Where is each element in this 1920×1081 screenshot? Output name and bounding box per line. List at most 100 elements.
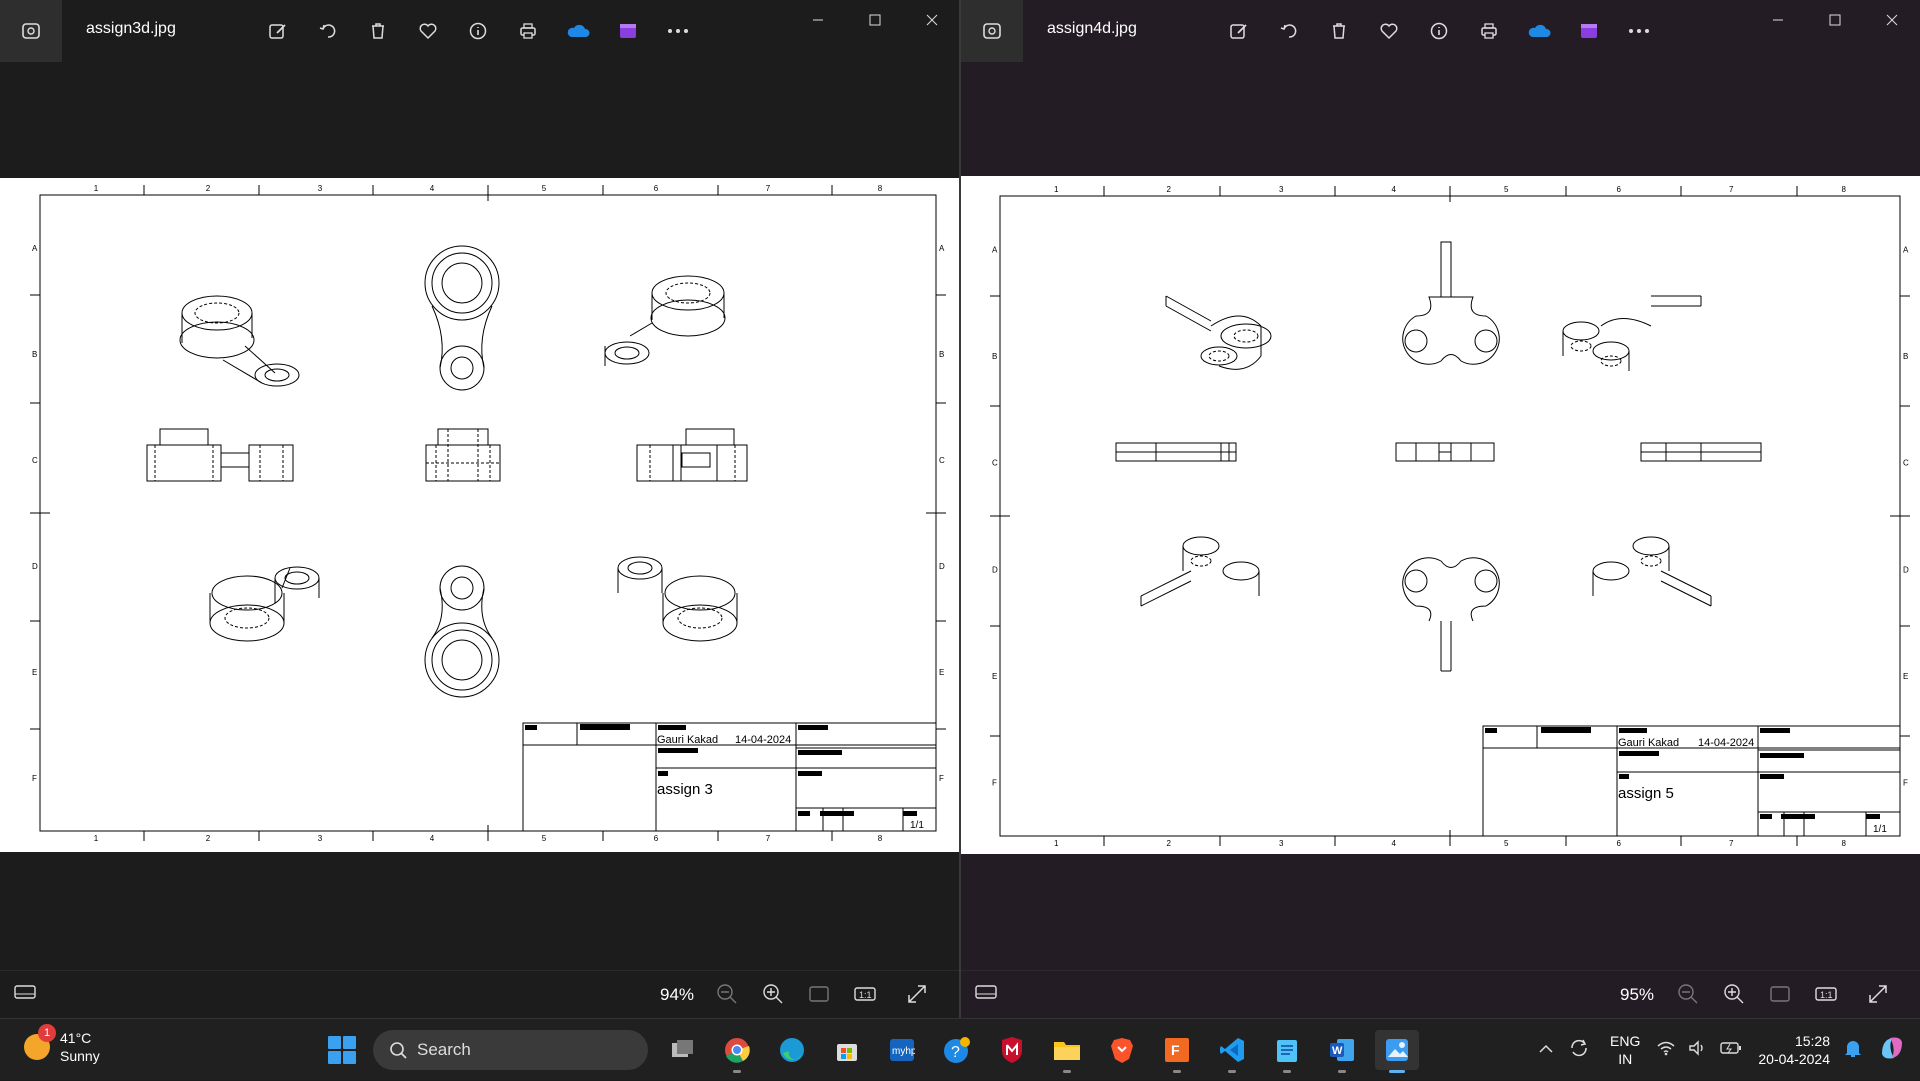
start-button[interactable] bbox=[328, 1036, 356, 1064]
myhp-icon[interactable]: myhp bbox=[880, 1030, 924, 1070]
taskbar-apps: myhp ? F W bbox=[660, 1030, 1419, 1073]
battery-icon[interactable] bbox=[1720, 1041, 1742, 1060]
svg-text:1:1: 1:1 bbox=[1820, 990, 1833, 1000]
drawing-title: assign 5 bbox=[1618, 785, 1674, 802]
task-view-icon[interactable] bbox=[660, 1030, 704, 1070]
maximize-icon[interactable] bbox=[1806, 0, 1863, 40]
search-box[interactable]: Search bbox=[373, 1030, 648, 1070]
more-icon[interactable] bbox=[665, 18, 691, 44]
actual-size-icon[interactable]: 1:1 bbox=[854, 983, 876, 1010]
zone-row-label: F bbox=[1903, 779, 1908, 788]
zone-row-label: A bbox=[1903, 245, 1909, 254]
notification-badge: 1 bbox=[38, 1024, 56, 1042]
store-icon[interactable] bbox=[825, 1030, 869, 1070]
print-icon[interactable] bbox=[515, 18, 541, 44]
word-icon[interactable]: W bbox=[1320, 1030, 1364, 1073]
delete-icon[interactable] bbox=[1326, 18, 1352, 44]
zone-column-label: 1 bbox=[94, 834, 99, 843]
close-icon[interactable] bbox=[903, 0, 960, 40]
zone-row-label: D bbox=[1903, 565, 1909, 574]
fusion-icon[interactable]: F bbox=[1155, 1030, 1199, 1073]
drawing-sheet: Gauri Kakad 14-04-2024 assign 3 1/1 1 1 2 2… bbox=[30, 184, 946, 843]
zone-row-label: B bbox=[992, 352, 997, 361]
info-icon[interactable] bbox=[465, 18, 491, 44]
toolbar bbox=[265, 18, 691, 44]
rotate-icon[interactable] bbox=[1276, 18, 1302, 44]
filmstrip-icon[interactable] bbox=[975, 983, 997, 1006]
file-name: assign3d.jpg bbox=[86, 20, 176, 37]
photos-app-icon[interactable] bbox=[0, 0, 62, 62]
zone-row-label: F bbox=[32, 774, 37, 783]
chrome-icon[interactable] bbox=[715, 1030, 759, 1073]
zone-column-label: 2 bbox=[206, 184, 211, 193]
clipchamp-icon[interactable] bbox=[1576, 18, 1602, 44]
info-icon[interactable] bbox=[1426, 18, 1452, 44]
edit-icon[interactable] bbox=[1226, 18, 1252, 44]
help-icon[interactable]: ? bbox=[935, 1030, 979, 1070]
zone-row-label: B bbox=[32, 350, 37, 359]
onedrive-icon[interactable] bbox=[1526, 18, 1552, 44]
svg-text:1:1: 1:1 bbox=[859, 990, 872, 1000]
zone-row-label: F bbox=[939, 774, 944, 783]
fullscreen-icon[interactable] bbox=[1867, 983, 1889, 1010]
zone-row-label: C bbox=[939, 456, 945, 465]
copilot-icon[interactable] bbox=[1878, 1034, 1906, 1067]
maximize-icon[interactable] bbox=[846, 0, 903, 40]
rotate-icon[interactable] bbox=[315, 18, 341, 44]
zoom-in-icon[interactable] bbox=[762, 983, 784, 1010]
zone-row-label: D bbox=[32, 562, 38, 571]
zone-column-label: 2 bbox=[1167, 839, 1172, 848]
photos-app-icon[interactable] bbox=[961, 0, 1023, 62]
zone-row-label: D bbox=[939, 562, 945, 571]
fit-to-window-icon[interactable] bbox=[1769, 983, 1791, 1010]
image-canvas[interactable]: Gauri Kakad 14-04-2024 assign 5 1/1 1 1 2 2… bbox=[961, 176, 1920, 854]
mcafee-icon[interactable] bbox=[990, 1030, 1034, 1070]
zone-row-label: A bbox=[32, 244, 38, 253]
clock-date: 20-04-2024 bbox=[1758, 1051, 1830, 1067]
clock[interactable]: 15:28 20-04-2024 bbox=[1758, 1032, 1830, 1068]
zone-row-label: C bbox=[992, 459, 998, 468]
language-indicator[interactable]: ENG IN bbox=[1610, 1032, 1640, 1068]
zone-column-label: 3 bbox=[318, 184, 323, 193]
clipchamp-icon[interactable] bbox=[615, 18, 641, 44]
weather-widget[interactable]: 1 41°C Sunny bbox=[24, 1024, 100, 1065]
vscode-icon[interactable] bbox=[1210, 1030, 1254, 1073]
fullscreen-icon[interactable] bbox=[906, 983, 928, 1010]
print-icon[interactable] bbox=[1476, 18, 1502, 44]
image-canvas[interactable]: Gauri Kakad 14-04-2024 assign 3 1/1 1 1 2 2… bbox=[0, 178, 960, 852]
sync-icon[interactable] bbox=[1568, 1037, 1590, 1064]
minimize-icon[interactable] bbox=[789, 0, 846, 40]
onedrive-icon[interactable] bbox=[565, 18, 591, 44]
edge-icon[interactable] bbox=[770, 1030, 814, 1070]
favorite-icon[interactable] bbox=[415, 18, 441, 44]
zone-column-label: 7 bbox=[1729, 185, 1734, 194]
delete-icon[interactable] bbox=[365, 18, 391, 44]
notifications-icon[interactable] bbox=[1844, 1038, 1862, 1063]
fit-to-window-icon[interactable] bbox=[808, 983, 830, 1010]
notepad-icon[interactable] bbox=[1265, 1030, 1309, 1073]
zone-row-label: C bbox=[1903, 459, 1909, 468]
favorite-icon[interactable] bbox=[1376, 18, 1402, 44]
file-explorer-icon[interactable] bbox=[1045, 1030, 1089, 1073]
close-icon[interactable] bbox=[1863, 0, 1920, 40]
zone-column-label: 5 bbox=[542, 184, 547, 193]
edit-icon[interactable] bbox=[265, 18, 291, 44]
zone-row-label: E bbox=[939, 668, 944, 677]
volume-icon[interactable] bbox=[1688, 1039, 1708, 1061]
sheet-label: 1/1 bbox=[1873, 824, 1887, 835]
zoom-in-icon[interactable] bbox=[1723, 983, 1745, 1010]
zoom-out-icon[interactable] bbox=[1677, 983, 1699, 1010]
weather-temp: 41°C bbox=[60, 1030, 92, 1046]
photos-window-left: assign3d.jpg Gauri Kakad 14-04-2024 assi… bbox=[0, 0, 960, 1018]
brave-icon[interactable] bbox=[1100, 1030, 1144, 1070]
zone-column-label: 5 bbox=[1504, 185, 1509, 194]
photos-icon[interactable] bbox=[1375, 1030, 1419, 1073]
zone-column-label: 2 bbox=[1167, 185, 1172, 194]
chevron-up-icon[interactable] bbox=[1538, 1041, 1554, 1059]
minimize-icon[interactable] bbox=[1749, 0, 1806, 40]
actual-size-icon[interactable]: 1:1 bbox=[1815, 983, 1837, 1010]
wifi-icon[interactable] bbox=[1656, 1040, 1676, 1061]
zoom-out-icon[interactable] bbox=[716, 983, 738, 1010]
more-icon[interactable] bbox=[1626, 18, 1652, 44]
filmstrip-icon[interactable] bbox=[14, 983, 36, 1006]
